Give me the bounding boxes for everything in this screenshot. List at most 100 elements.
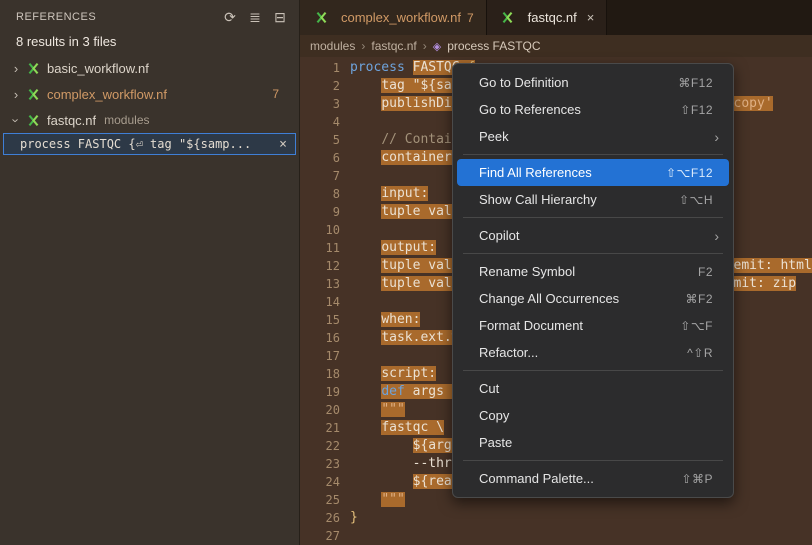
line-number[interactable]: 6 [300, 149, 350, 167]
tree-item-fastqc-nf[interactable]: ›fastqc.nfmodules [0, 107, 299, 133]
line-text: """ [350, 401, 405, 419]
clear-results-icon[interactable]: ≣ [244, 6, 266, 28]
menu-separator [463, 154, 723, 155]
code-token [350, 456, 413, 471]
line-number[interactable]: 8 [300, 185, 350, 203]
collapse-all-icon[interactable]: ⊟ [269, 6, 291, 28]
file-name: complex_workflow.nf [47, 87, 167, 102]
line-number[interactable]: 20 [300, 401, 350, 419]
menu-item-shortcut: ⌘F2 [685, 292, 713, 306]
refresh-icon[interactable]: ⟳ [219, 6, 241, 28]
code-token [350, 312, 381, 327]
menu-item-peek[interactable]: Peek› [457, 123, 729, 150]
menu-item-shortcut: ⇧⌘P [681, 472, 713, 486]
line-number[interactable]: 14 [300, 293, 350, 311]
line-number[interactable]: 2 [300, 77, 350, 95]
panel-title: REFERENCES [16, 11, 216, 23]
menu-item-copy[interactable]: Copy [457, 402, 729, 429]
reference-highlight: """ [381, 402, 404, 417]
menu-item-label: Paste [479, 435, 713, 450]
line-number[interactable]: 1 [300, 59, 350, 77]
line-number[interactable]: 27 [300, 527, 350, 545]
line-text: fastqc \ [350, 419, 444, 437]
menu-item-format-document[interactable]: Format Document⇧⌥F [457, 312, 729, 339]
line-number[interactable]: 4 [300, 113, 350, 131]
menu-item-label: Go to References [479, 102, 680, 117]
close-icon[interactable]: × [271, 137, 289, 152]
menu-item-command-palette[interactable]: Command Palette...⇧⌘P [457, 465, 729, 492]
menu-item-find-all-references[interactable]: Find All References⇧⌥F12 [457, 159, 729, 186]
line-number[interactable]: 21 [300, 419, 350, 437]
line-number[interactable]: 3 [300, 95, 350, 113]
tab-complex-workflow[interactable]: complex_workflow.nf 7 [300, 0, 487, 35]
file-description: modules [104, 113, 149, 127]
reference-highlight: script: [381, 366, 436, 381]
tree-item-basic-workflow-nf[interactable]: ›basic_workflow.nf [0, 55, 299, 81]
references-panel: REFERENCES ⟳≣⊟ 8 results in 3 files ›bas… [0, 0, 300, 545]
references-panel-header: REFERENCES ⟳≣⊟ [0, 0, 299, 30]
line-number[interactable]: 13 [300, 275, 350, 293]
line-number[interactable]: 23 [300, 455, 350, 473]
code-token [350, 420, 381, 435]
breadcrumb-item-file[interactable]: fastqc.nf [371, 39, 416, 53]
line-number[interactable]: 11 [300, 239, 350, 257]
menu-item-rename-symbol[interactable]: Rename SymbolF2 [457, 258, 729, 285]
line-number[interactable]: 10 [300, 221, 350, 239]
menu-item-shortcut: F2 [698, 265, 713, 279]
line-number[interactable]: 12 [300, 257, 350, 275]
line-number[interactable]: 18 [300, 365, 350, 383]
tab-fastqc[interactable]: fastqc.nf × [487, 0, 608, 35]
menu-item-cut[interactable]: Cut [457, 375, 729, 402]
line-number[interactable]: 5 [300, 131, 350, 149]
chevron-icon[interactable]: › [9, 112, 24, 128]
vscode-window: REFERENCES ⟳≣⊟ 8 results in 3 files ›bas… [0, 0, 812, 545]
menu-item-label: Copy [479, 408, 713, 423]
symbol-icon: ◈ [433, 40, 441, 53]
reference-result[interactable]: process FASTQC {⏎ tag "${samp...× [3, 133, 296, 155]
line-number[interactable]: 22 [300, 437, 350, 455]
line-number[interactable]: 17 [300, 347, 350, 365]
menu-item-label: Refactor... [479, 345, 687, 360]
code-token: } [350, 510, 358, 525]
chevron-icon[interactable]: › [8, 87, 24, 102]
chevron-icon[interactable]: › [8, 61, 24, 76]
breadcrumb-item-symbol[interactable]: process FASTQC [447, 39, 540, 53]
result-count-badge: 7 [272, 87, 289, 101]
line-number[interactable]: 26 [300, 509, 350, 527]
menu-separator [463, 253, 723, 254]
results-summary: 8 results in 3 files [0, 30, 299, 55]
code-token [350, 150, 381, 165]
line-number[interactable]: 7 [300, 167, 350, 185]
menu-item-show-call-hierarchy[interactable]: Show Call Hierarchy⇧⌥H [457, 186, 729, 213]
code-token [350, 186, 381, 201]
line-number[interactable]: 16 [300, 329, 350, 347]
menu-item-shortcut: ^⇧R [687, 346, 713, 360]
menu-item-label: Rename Symbol [479, 264, 698, 279]
menu-item-label: Copilot [479, 228, 714, 243]
menu-item-go-to-definition[interactable]: Go to Definition⌘F12 [457, 69, 729, 96]
line-number[interactable]: 9 [300, 203, 350, 221]
line-number[interactable]: 24 [300, 473, 350, 491]
close-icon[interactable]: × [587, 10, 595, 25]
menu-item-change-all-occurrences[interactable]: Change All Occurrences⌘F2 [457, 285, 729, 312]
menu-separator [463, 460, 723, 461]
line-text: script: [350, 365, 436, 383]
line-number[interactable]: 25 [300, 491, 350, 509]
line-number[interactable]: 19 [300, 383, 350, 401]
code-line[interactable]: 27 [300, 527, 812, 545]
menu-item-shortcut: ⌘F12 [678, 76, 713, 90]
menu-item-copilot[interactable]: Copilot› [457, 222, 729, 249]
tree-item-complex-workflow-nf[interactable]: › complex_workflow.nf 7 [0, 81, 299, 107]
code-line[interactable]: 26} [300, 509, 812, 527]
code-token [350, 204, 381, 219]
menu-item-label: Find All References [479, 165, 666, 180]
menu-item-go-to-references[interactable]: Go to References⇧F12 [457, 96, 729, 123]
chevron-right-icon: › [423, 39, 427, 53]
breadcrumb-item-modules[interactable]: modules [310, 39, 355, 53]
menu-item-paste[interactable]: Paste [457, 429, 729, 456]
reference-highlight: output: [381, 240, 436, 255]
references-tree: ›basic_workflow.nf›complex_workflow.nf7›… [0, 55, 299, 545]
line-number[interactable]: 15 [300, 311, 350, 329]
menu-item-refactor[interactable]: Refactor...^⇧R [457, 339, 729, 366]
code-token [350, 384, 381, 399]
